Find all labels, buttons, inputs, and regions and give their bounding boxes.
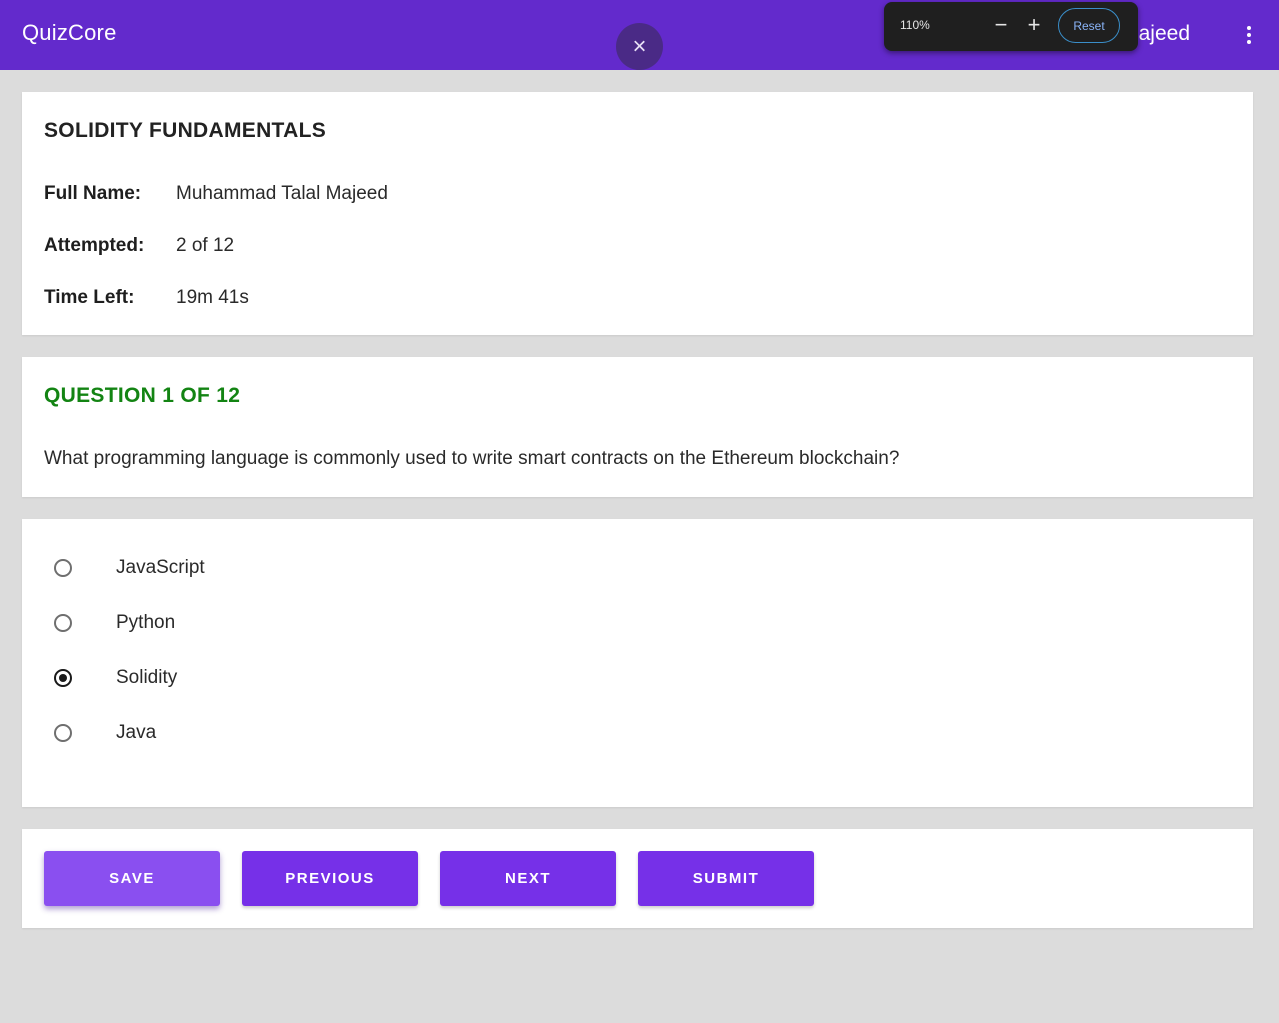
brand-title[interactable]: QuizCore	[22, 20, 117, 46]
zoom-popup: 110% − + Reset	[884, 2, 1138, 51]
option-label: JavaScript	[116, 557, 205, 578]
option-python[interactable]: Python	[54, 610, 175, 636]
attempted-label: Attempted:	[44, 235, 145, 256]
option-label: Java	[116, 722, 157, 743]
zoom-level: 110%	[900, 18, 930, 32]
previous-button[interactable]: PREVIOUS	[242, 851, 418, 906]
radio-button[interactable]	[54, 724, 72, 742]
info-row-time-left: Time Left: 19m 41s	[44, 287, 249, 309]
actions-card: SAVE PREVIOUS NEXT SUBMIT	[22, 829, 1253, 928]
option-label: Solidity	[116, 667, 178, 688]
question-card: QUESTION 1 OF 12 What programming langua…	[22, 357, 1253, 497]
option-solidity[interactable]: Solidity	[54, 665, 177, 691]
close-button[interactable]: ×	[616, 23, 663, 70]
zoom-in-button[interactable]: +	[1023, 13, 1045, 37]
full-name-label: Full Name:	[44, 183, 142, 204]
radio-button-selected[interactable]	[54, 669, 72, 687]
quiz-title: SOLIDITY FUNDAMENTALS	[44, 119, 327, 142]
zoom-reset-button[interactable]: Reset	[1058, 8, 1120, 43]
radio-button[interactable]	[54, 559, 72, 577]
question-heading: QUESTION 1 OF 12	[44, 384, 241, 407]
more-vert-icon[interactable]	[1241, 24, 1257, 48]
attempted-value: 2 of 12	[176, 235, 235, 256]
submit-button[interactable]: SUBMIT	[638, 851, 814, 906]
option-java[interactable]: Java	[54, 720, 156, 746]
info-row-attempted: Attempted: 2 of 12	[44, 235, 234, 257]
full-name-value: Muhammad Talal Majeed	[176, 183, 388, 204]
option-javascript[interactable]: JavaScript	[54, 555, 205, 581]
time-left-label: Time Left:	[44, 287, 135, 308]
next-button[interactable]: NEXT	[440, 851, 616, 906]
save-button[interactable]: SAVE	[44, 851, 220, 906]
info-row-full-name: Full Name: Muhammad Talal Majeed	[44, 183, 388, 205]
option-label: Python	[116, 612, 176, 633]
time-left-value: 19m 41s	[176, 287, 249, 308]
radio-button[interactable]	[54, 614, 72, 632]
close-icon: ×	[632, 32, 647, 60]
options-card: JavaScript Python Solidity Java	[22, 519, 1253, 807]
question-text: What programming language is commonly us…	[44, 448, 900, 469]
quiz-info-card: SOLIDITY FUNDAMENTALS Full Name: Muhammad…	[22, 92, 1253, 335]
zoom-out-button[interactable]: −	[990, 13, 1012, 37]
user-name: ajeed	[1138, 22, 1190, 45]
